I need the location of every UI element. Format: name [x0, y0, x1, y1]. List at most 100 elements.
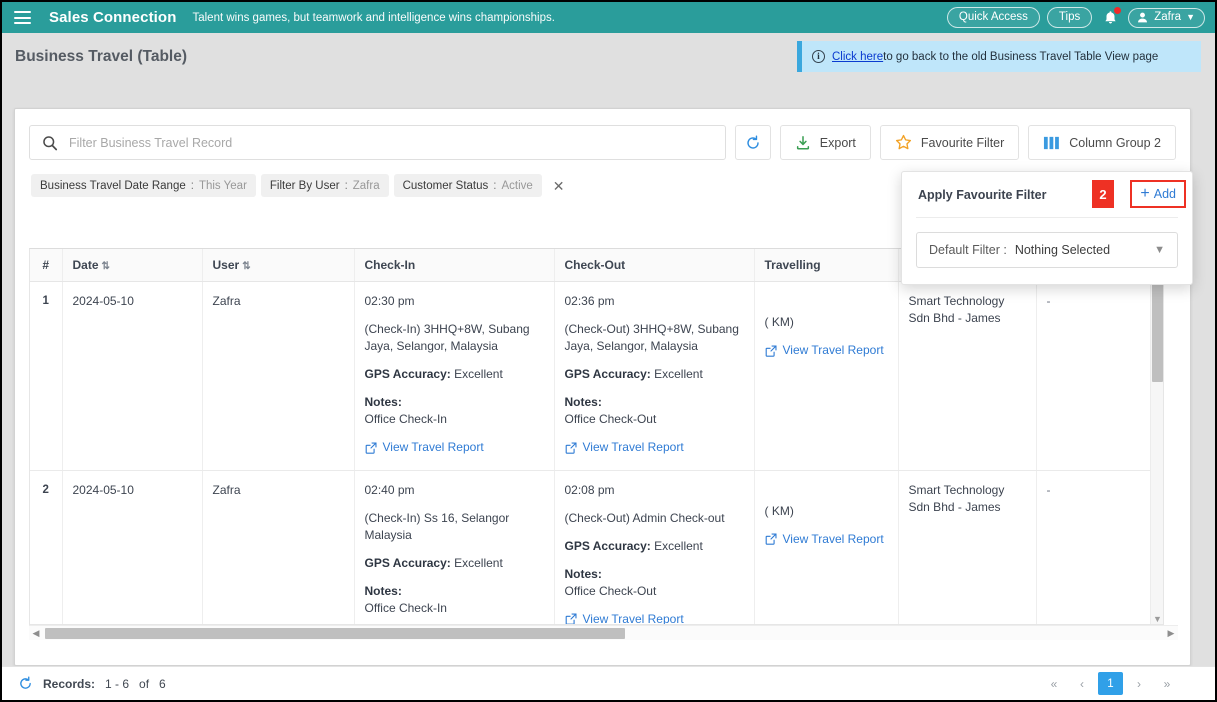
external-link-icon	[565, 613, 577, 624]
checkin-gps-value: Excellent	[454, 555, 503, 570]
add-button-label: Add	[1153, 187, 1176, 201]
column-header-user[interactable]: User ⇅	[202, 249, 355, 282]
row-travelling-cell: ( KM) View Travel Report	[754, 281, 899, 471]
travelling-distance: ( KM)	[764, 503, 794, 518]
checkin-notes-label: Notes:	[364, 583, 402, 598]
popover-header: Apply Favourite Filter 2 + Add	[902, 172, 1192, 217]
filter-chip-label: Filter By User	[269, 179, 340, 192]
row-duration: -	[1036, 281, 1162, 471]
tips-button[interactable]: Tips	[1046, 7, 1093, 28]
filter-chip[interactable]: Business Travel Date Range : This Year	[31, 174, 256, 197]
filter-chip-label: Customer Status	[402, 179, 489, 192]
column-group-label: Column Group 2	[1069, 135, 1161, 150]
column-header-checkout[interactable]: Check-Out	[554, 249, 755, 282]
filter-chip-separator: :	[344, 179, 348, 192]
bell-icon[interactable]	[1099, 6, 1122, 28]
column-header-user-label: User	[212, 258, 240, 272]
checkin-travel-report-label: View Travel Report	[382, 440, 484, 455]
favourite-filter-label: Favourite Filter	[920, 135, 1005, 150]
checkout-travel-report-link[interactable]: View Travel Report	[565, 611, 684, 625]
legacy-view-link[interactable]: Click here	[832, 51, 883, 63]
last-page-button[interactable]: »	[1155, 672, 1179, 695]
row-customer: Smart Technology Sdn Bhd - James	[898, 281, 1037, 471]
travelling-report-link[interactable]: View Travel Report	[765, 342, 884, 359]
user-menu-button[interactable]: Zafra ▼	[1128, 7, 1205, 28]
row-date: 2024-05-10	[62, 281, 203, 471]
checkin-notes-value: Office Check-In	[364, 412, 447, 427]
add-favourite-filter-button[interactable]: + Add	[1130, 180, 1186, 208]
column-header-date[interactable]: Date ⇅	[62, 249, 203, 282]
step-number-badge: 2	[1092, 180, 1114, 208]
next-page-button[interactable]: ›	[1127, 672, 1151, 695]
hamburger-menu-icon[interactable]	[14, 11, 31, 24]
checkin-travel-report-link[interactable]: View Travel Report	[365, 439, 484, 456]
first-page-button[interactable]: «	[1042, 672, 1066, 695]
search-input[interactable]	[69, 135, 713, 150]
star-icon	[895, 134, 911, 150]
checkin-gps: GPS Accuracy: Excellent	[365, 555, 544, 572]
refresh-button[interactable]	[734, 125, 771, 160]
records-total: 6	[159, 676, 166, 691]
travelling-report-link[interactable]: View Travel Report	[765, 531, 884, 548]
column-header-checkin[interactable]: Check-In	[354, 249, 555, 282]
favourite-filter-button[interactable]: Favourite Filter	[879, 125, 1020, 160]
checkout-notes-value: Office Check-Out	[564, 583, 657, 598]
column-header-index: #	[30, 249, 63, 282]
page-button-1[interactable]: 1	[1098, 672, 1123, 695]
external-link-icon	[765, 533, 777, 545]
row-user: Zafra	[202, 470, 355, 624]
external-link-icon	[765, 345, 777, 357]
user-name-label: Zafra	[1154, 11, 1182, 23]
apply-favourite-filter-popover: Apply Favourite Filter 2 + Add Default F…	[901, 171, 1193, 285]
app-brand-title: Sales Connection	[49, 9, 177, 26]
external-link-icon	[565, 442, 577, 454]
scroll-right-icon[interactable]: ▶	[1164, 628, 1178, 639]
checkout-location: (Check-Out) 3HHQ+8W, Subang Jaya, Selang…	[564, 322, 739, 354]
checkin-notes: Notes: Office Check-In	[365, 394, 544, 428]
checkout-notes: Notes: Office Check-Out	[565, 394, 744, 428]
page-title: Business Travel (Table)	[15, 47, 187, 65]
table-row[interactable]: 1 2024-05-10 Zafra 02:30 pm (Check-In) 3…	[30, 281, 1162, 471]
clear-filters-icon[interactable]: ✕	[553, 179, 565, 193]
filter-chip[interactable]: Filter By User : Zafra	[260, 174, 389, 197]
filter-chip-separator: :	[190, 179, 194, 192]
scroll-down-icon[interactable]: ▼	[1153, 614, 1162, 624]
scroll-left-icon[interactable]: ◀	[29, 628, 43, 639]
horizontal-scrollbar-thumb[interactable]	[45, 627, 625, 639]
checkin-gps: GPS Accuracy: Excellent	[365, 366, 544, 383]
column-header-travelling[interactable]: Travelling	[754, 249, 899, 282]
sort-icon: ⇅	[242, 261, 250, 272]
top-bar-actions: Quick Access Tips Zafra ▼	[946, 6, 1205, 28]
row-date: 2024-05-10	[62, 470, 203, 624]
export-button[interactable]: Export	[779, 125, 871, 160]
filter-chip-label: Business Travel Date Range	[40, 179, 186, 192]
previous-page-button[interactable]: ‹	[1070, 672, 1094, 695]
checkout-travel-report-label: View Travel Report	[582, 440, 684, 455]
checkout-gps-label: GPS Accuracy:	[564, 367, 651, 382]
checkout-notes-label: Notes:	[564, 566, 602, 581]
checkout-travel-report-label: View Travel Report	[582, 611, 684, 625]
checkout-travel-report-link[interactable]: View Travel Report	[565, 439, 684, 456]
horizontal-scrollbar-track[interactable]	[43, 627, 1164, 639]
table-toolbar: Export Favourite Filter Column Group 2	[15, 109, 1190, 160]
checkin-notes-label: Notes:	[364, 395, 402, 410]
business-travel-table: # Date ⇅ User ⇅ Check-In Check-Out Travell…	[30, 249, 1162, 625]
table-horizontal-scrollbar[interactable]: ◀ ▶	[29, 625, 1178, 640]
filter-chip[interactable]: Customer Status : Active	[393, 174, 542, 197]
table-row[interactable]: 2 2024-05-10 Zafra 02:40 pm (Check-In) S…	[30, 470, 1162, 625]
row-travelling-cell: ( KM) View Travel Report	[754, 470, 899, 624]
records-label: Records:	[43, 676, 96, 691]
table-vertical-scrollbar[interactable]: ▼	[1150, 249, 1163, 624]
app-tagline: Talent wins games, but teamwork and inte…	[192, 11, 555, 24]
notification-badge-dot	[1114, 6, 1122, 14]
checkout-gps-label: GPS Accuracy:	[564, 538, 651, 553]
checkout-notes-label: Notes:	[564, 395, 602, 410]
quick-access-button[interactable]: Quick Access	[946, 7, 1040, 28]
download-icon	[796, 135, 809, 150]
default-filter-select[interactable]: Default Filter : Nothing Selected ▼	[916, 232, 1178, 268]
row-user: Zafra	[202, 281, 355, 471]
column-group-button[interactable]: Column Group 2	[1028, 125, 1176, 160]
search-box[interactable]	[29, 125, 726, 160]
checkin-gps-label: GPS Accuracy:	[364, 555, 451, 570]
external-link-icon	[365, 442, 377, 454]
